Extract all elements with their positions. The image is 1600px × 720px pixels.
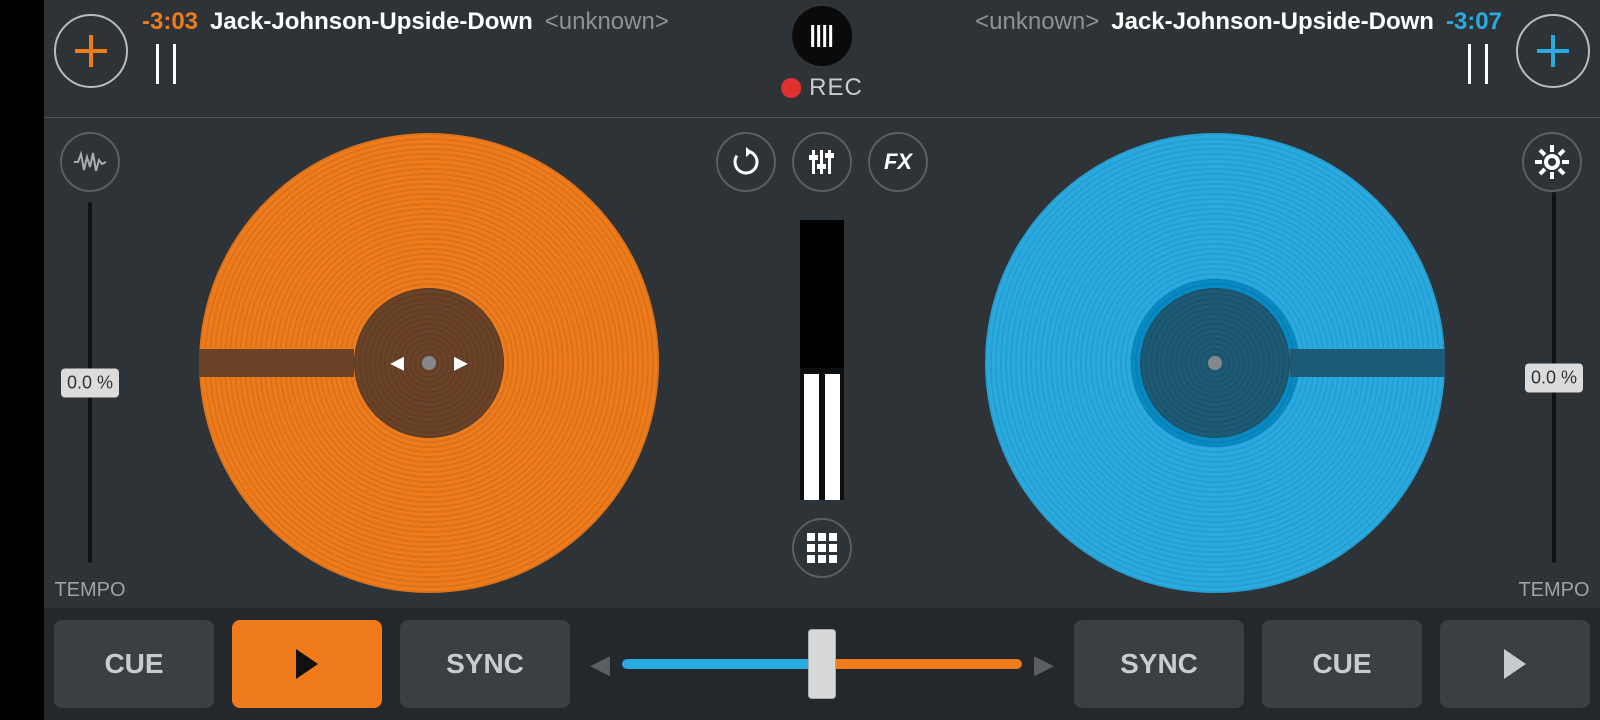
track-title-a: Jack-Johnson-Upside-Down xyxy=(210,8,533,36)
sampler-button[interactable] xyxy=(792,518,852,578)
track-info-b: <unknown> Jack-Johnson-Upside-Down -3:07 xyxy=(975,8,1502,84)
bars-icon xyxy=(811,25,832,47)
header-right: <unknown> Jack-Johnson-Upside-Down -3:07 xyxy=(822,0,1600,96)
record-label: REC xyxy=(809,74,863,102)
tempo-value-a[interactable]: 0.0 % xyxy=(61,368,119,397)
gear-icon xyxy=(1535,145,1569,179)
turntable-wrap-b xyxy=(922,118,1508,608)
record-button[interactable]: REC xyxy=(781,74,863,102)
add-track-button-b[interactable] xyxy=(1516,14,1590,88)
vu-meter-bars xyxy=(804,374,840,500)
track-time-a: -3:03 xyxy=(142,8,198,36)
spindle-a xyxy=(422,356,436,370)
waveform-marker-b[interactable] xyxy=(1468,44,1488,84)
crossfader-handle[interactable] xyxy=(808,629,836,699)
plus-icon xyxy=(1533,31,1573,71)
vu-meter[interactable] xyxy=(800,220,844,500)
bottom-bar: CUE SYNC ◀ ▶ SYNC CUE xyxy=(44,608,1600,720)
eq-icon xyxy=(807,147,837,177)
tempo-column-a: 0.0 % TEMPO xyxy=(44,118,136,608)
tempo-slider-b[interactable]: 0.0 % xyxy=(1552,192,1556,563)
play-button-b[interactable] xyxy=(1440,620,1590,708)
center-column: FX xyxy=(722,118,922,608)
mixer-preview-button-a[interactable] xyxy=(60,132,120,192)
main: 0.0 % TEMPO ◀▶ xyxy=(44,118,1600,608)
spindle-b xyxy=(1208,356,1222,370)
track-time-b: -3:07 xyxy=(1446,8,1502,36)
platter-a[interactable]: ◀▶ xyxy=(199,133,659,593)
cue-button-b[interactable]: CUE xyxy=(1262,620,1422,708)
header: -3:03 Jack-Johnson-Upside-Down <unknown>… xyxy=(44,0,1600,118)
deck-a: 0.0 % TEMPO ◀▶ xyxy=(44,118,722,608)
crossfader-track[interactable] xyxy=(622,659,1022,669)
track-artist-a: <unknown> xyxy=(545,8,669,36)
deck-b: 0.0 % TEMPO xyxy=(922,118,1600,608)
crossfader[interactable]: ◀ ▶ xyxy=(588,649,1056,680)
track-info-a: -3:03 Jack-Johnson-Upside-Down <unknown> xyxy=(142,8,669,84)
header-center: REC xyxy=(781,6,863,102)
waveform-icon xyxy=(73,150,107,174)
play-button-a[interactable] xyxy=(232,620,382,708)
waveform-marker-a[interactable] xyxy=(156,44,176,84)
sync-button-b[interactable]: SYNC xyxy=(1074,620,1244,708)
tempo-column-b: 0.0 % TEMPO xyxy=(1508,118,1600,608)
tempo-label-b: TEMPO xyxy=(1518,579,1589,602)
plus-icon xyxy=(71,31,111,71)
view-toggle-button[interactable] xyxy=(792,6,852,66)
needle-line-b xyxy=(1290,349,1445,377)
loop-icon xyxy=(731,147,761,177)
tempo-label-a: TEMPO xyxy=(54,579,125,602)
play-icon xyxy=(292,647,322,681)
turntable-wrap-a: ◀▶ xyxy=(136,118,722,608)
eq-button[interactable] xyxy=(792,132,852,192)
track-title-b: Jack-Johnson-Upside-Down xyxy=(1111,8,1434,36)
track-artist-b: <unknown> xyxy=(975,8,1099,36)
header-left: -3:03 Jack-Johnson-Upside-Down <unknown> xyxy=(44,0,822,96)
crossfader-left-icon: ◀ xyxy=(590,649,610,680)
needle-line-a xyxy=(199,349,354,377)
platter-b[interactable] xyxy=(985,133,1445,593)
crossfader-right-icon: ▶ xyxy=(1034,649,1054,680)
cue-button-a[interactable]: CUE xyxy=(54,620,214,708)
play-icon xyxy=(1500,647,1530,681)
sync-button-a[interactable]: SYNC xyxy=(400,620,570,708)
tempo-slider-a[interactable]: 0.0 % xyxy=(88,202,92,563)
fx-button[interactable]: FX xyxy=(868,132,928,192)
grid-icon xyxy=(807,533,837,563)
tempo-value-b[interactable]: 0.0 % xyxy=(1525,363,1583,392)
add-track-button-a[interactable] xyxy=(54,14,128,88)
settings-button[interactable] xyxy=(1522,132,1582,192)
record-icon xyxy=(781,78,801,98)
fx-label: FX xyxy=(884,149,912,175)
loop-button[interactable] xyxy=(716,132,776,192)
vu-meter-top xyxy=(800,220,844,368)
